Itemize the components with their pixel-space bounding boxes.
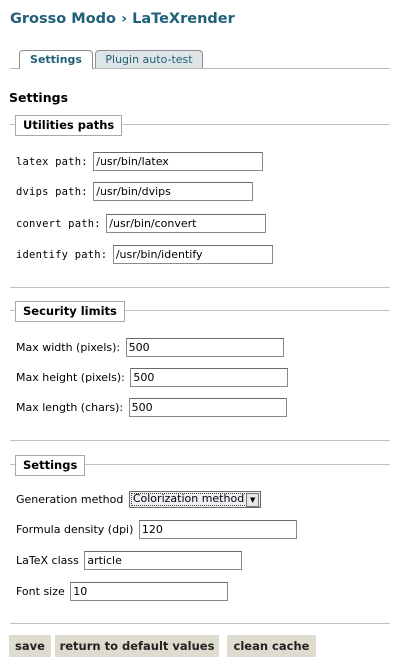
dvips-path-label: dvips path: xyxy=(16,185,88,198)
convert-path-input[interactable] xyxy=(106,214,267,233)
identify-path-label: identify path: xyxy=(16,248,108,261)
return-to-default-button[interactable]: return to default values xyxy=(55,635,219,657)
security-limits-legend: Security limits xyxy=(15,301,125,322)
latex-class-label: LaTeX class xyxy=(16,554,79,567)
identify-path-input[interactable] xyxy=(112,245,273,264)
generation-method-select[interactable]: Colorization method ▼ xyxy=(128,491,262,508)
font-size-input[interactable] xyxy=(70,582,229,601)
convert-path-label: convert path: xyxy=(16,217,101,230)
max-width-input[interactable] xyxy=(125,338,284,357)
max-height-label: Max height (pixels): xyxy=(16,371,125,384)
formula-density-label: Formula density (dpi) xyxy=(16,523,134,536)
utilities-paths-legend: Utilities paths xyxy=(15,115,123,136)
latex-path-label: latex path: xyxy=(16,155,88,168)
generation-method-label: Generation method xyxy=(16,493,124,506)
footer-divider xyxy=(10,623,390,624)
tab-bar: Settings Plugin auto-test xyxy=(10,50,390,69)
formula-density-input[interactable] xyxy=(138,520,297,539)
page-title: Grosso Modo › LaTeXrender xyxy=(10,11,235,27)
generation-method-value: Colorization method xyxy=(132,492,245,505)
settings-heading: Settings xyxy=(9,90,69,105)
tab-settings[interactable]: Settings xyxy=(19,50,93,69)
max-height-input[interactable] xyxy=(130,368,289,387)
clean-cache-button[interactable]: clean cache xyxy=(227,635,316,657)
max-width-label: Max width (pixels): xyxy=(16,341,121,354)
utilities-paths-section: Utilities paths latex path: dvips path: … xyxy=(10,115,390,288)
latex-path-input[interactable] xyxy=(93,152,264,171)
max-length-input[interactable] xyxy=(128,398,287,417)
settings-legend: Settings xyxy=(15,455,86,476)
dropdown-arrow-icon[interactable]: ▼ xyxy=(246,493,260,507)
save-button[interactable]: save xyxy=(9,635,51,657)
max-length-label: Max length (chars): xyxy=(16,401,124,414)
latex-class-input[interactable] xyxy=(84,551,243,570)
font-size-label: Font size xyxy=(16,585,65,598)
tab-plugin-auto-test[interactable]: Plugin auto-test xyxy=(95,50,203,68)
settings-section: Settings Generation method Colorization … xyxy=(10,455,390,615)
dvips-path-input[interactable] xyxy=(93,182,254,201)
security-limits-section: Security limits Max width (pixels): Max … xyxy=(10,301,390,441)
